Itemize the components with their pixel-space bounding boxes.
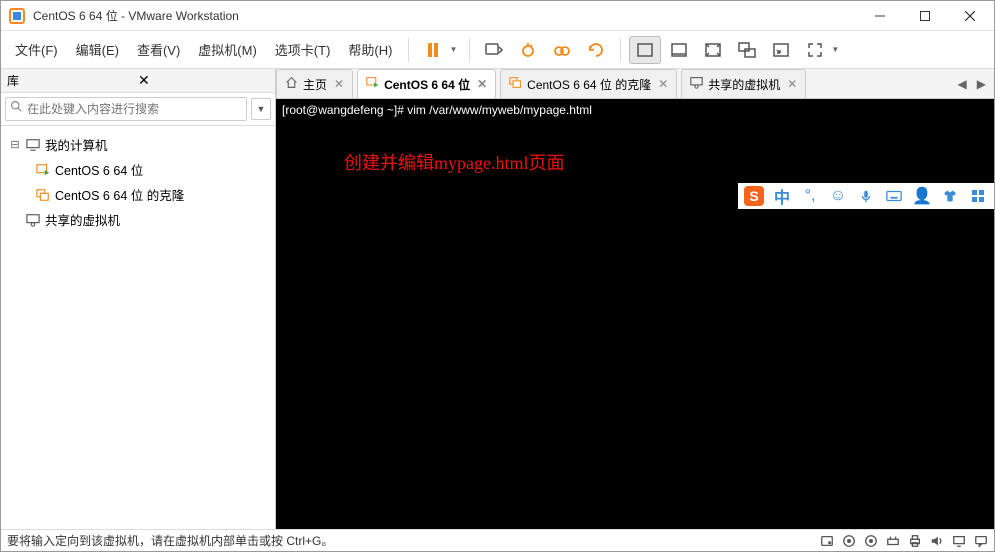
shared-vm-icon bbox=[690, 76, 703, 92]
tree-item-shared[interactable]: 共享的虚拟机 bbox=[5, 207, 271, 232]
status-cdrom2-icon[interactable] bbox=[864, 534, 878, 548]
search-icon bbox=[10, 100, 23, 118]
library-tree: ⊟ 我的计算机 CentOS 6 64 位 CentOS 6 64 位 的克隆 … bbox=[1, 126, 275, 529]
vm-clone-icon bbox=[509, 76, 522, 92]
menu-tabs[interactable]: 选项卡(T) bbox=[267, 36, 339, 63]
menu-view[interactable]: 查看(V) bbox=[129, 36, 188, 63]
revert-button[interactable] bbox=[580, 36, 612, 64]
window-title: CentOS 6 64 位 - VMware Workstation bbox=[33, 7, 857, 24]
main-area: 库 ✕ ▼ ⊟ 我的计算机 CentOS 6 64 位 CentOS 6 64 … bbox=[1, 69, 994, 529]
view-console-button[interactable] bbox=[663, 36, 695, 64]
view-unity-button[interactable] bbox=[731, 36, 763, 64]
titlebar: CentOS 6 64 位 - VMware Workstation bbox=[1, 1, 994, 31]
status-icons bbox=[820, 534, 988, 548]
shared-vm-icon bbox=[25, 212, 41, 228]
vm-clone-icon bbox=[35, 187, 51, 203]
ime-skin-button[interactable] bbox=[940, 186, 960, 206]
menu-help[interactable]: 帮助(H) bbox=[340, 36, 400, 63]
sidebar: 库 ✕ ▼ ⊟ 我的计算机 CentOS 6 64 位 CentOS 6 64 … bbox=[1, 69, 276, 529]
tab-home[interactable]: 主页 ✕ bbox=[276, 69, 353, 98]
close-button[interactable] bbox=[947, 1, 992, 31]
status-sound-icon[interactable] bbox=[930, 534, 944, 548]
tab-scroll-left[interactable]: ◀ bbox=[954, 77, 971, 91]
tree-item-my-computer[interactable]: ⊟ 我的计算机 bbox=[5, 132, 271, 157]
ime-toolbar[interactable]: S 中 °, ☺ 👤 bbox=[738, 183, 994, 209]
tree-label: CentOS 6 64 位 bbox=[55, 160, 143, 179]
tab-label: 共享的虚拟机 bbox=[708, 76, 780, 93]
status-message: 要将输入定向到该虚拟机，请在虚拟机内部单击或按 Ctrl+G。 bbox=[7, 532, 333, 549]
ime-lang-button[interactable]: 中 bbox=[772, 186, 792, 206]
status-printer-icon[interactable] bbox=[908, 534, 922, 548]
window-controls bbox=[857, 1, 992, 31]
tree-label: 共享的虚拟机 bbox=[45, 210, 120, 229]
fullscreen-dropdown[interactable]: ▼ bbox=[831, 45, 843, 54]
tab-centos[interactable]: CentOS 6 64 位 ✕ bbox=[357, 69, 496, 98]
terminal[interactable]: [root@wangdefeng ~]# vim /var/www/myweb/… bbox=[276, 99, 994, 529]
sidebar-search-row: ▼ bbox=[1, 93, 275, 126]
status-message-icon[interactable] bbox=[974, 534, 988, 548]
view-single-button[interactable] bbox=[629, 36, 661, 64]
ime-keyboard-button[interactable] bbox=[884, 186, 904, 206]
status-cdrom-icon[interactable] bbox=[842, 534, 856, 548]
fullscreen-button[interactable] bbox=[799, 36, 831, 64]
sidebar-close-button[interactable]: ✕ bbox=[134, 72, 269, 89]
tab-label: CentOS 6 64 位 的克隆 bbox=[527, 76, 651, 93]
ime-voice-button[interactable] bbox=[856, 186, 876, 206]
sogou-icon[interactable]: S bbox=[744, 186, 764, 206]
annotation-text: 创建并编辑mypage.html页面 bbox=[344, 149, 564, 175]
computer-icon bbox=[25, 137, 41, 153]
tree-toggle[interactable]: ⊟ bbox=[9, 138, 21, 151]
tree-item-centos[interactable]: CentOS 6 64 位 bbox=[5, 157, 271, 182]
view-stretch-button[interactable] bbox=[697, 36, 729, 64]
tree-label: CentOS 6 64 位 的克隆 bbox=[55, 185, 184, 204]
app-icon bbox=[9, 8, 25, 24]
tabs-row: 主页 ✕ CentOS 6 64 位 ✕ CentOS 6 64 位 的克隆 ✕… bbox=[276, 69, 994, 99]
menu-edit[interactable]: 编辑(E) bbox=[68, 36, 127, 63]
content-area: 主页 ✕ CentOS 6 64 位 ✕ CentOS 6 64 位 的克隆 ✕… bbox=[276, 69, 994, 529]
status-display-icon[interactable] bbox=[952, 534, 966, 548]
snapshot-manage-button[interactable] bbox=[546, 36, 578, 64]
vm-running-icon bbox=[366, 76, 379, 92]
ime-emoji-button[interactable]: ☺ bbox=[828, 186, 848, 206]
menu-file[interactable]: 文件(F) bbox=[7, 36, 66, 63]
status-disk-icon[interactable] bbox=[820, 534, 834, 548]
pause-button[interactable] bbox=[417, 36, 449, 64]
tab-label: CentOS 6 64 位 bbox=[384, 76, 470, 93]
status-network-icon[interactable] bbox=[886, 534, 900, 548]
sidebar-title: 库 bbox=[7, 72, 134, 89]
statusbar: 要将输入定向到该虚拟机，请在虚拟机内部单击或按 Ctrl+G。 bbox=[1, 529, 994, 551]
search-dropdown[interactable]: ▼ bbox=[251, 98, 271, 120]
view-fullscreen-console-button[interactable] bbox=[765, 36, 797, 64]
search-input[interactable] bbox=[27, 102, 242, 116]
separator bbox=[408, 38, 409, 62]
tab-scroll-right[interactable]: ▶ bbox=[973, 77, 990, 91]
sidebar-header: 库 ✕ bbox=[1, 69, 275, 93]
tab-close-button[interactable]: ✕ bbox=[658, 77, 668, 91]
terminal-line: [root@wangdefeng ~]# vim /var/www/myweb/… bbox=[282, 103, 988, 117]
search-input-wrap[interactable] bbox=[5, 97, 247, 121]
vm-running-icon bbox=[35, 162, 51, 178]
minimize-button[interactable] bbox=[857, 1, 902, 31]
maximize-button[interactable] bbox=[902, 1, 947, 31]
tab-centos-clone[interactable]: CentOS 6 64 位 的克隆 ✕ bbox=[500, 69, 677, 98]
menubar: 文件(F) 编辑(E) 查看(V) 虚拟机(M) 选项卡(T) 帮助(H) ▼ … bbox=[1, 31, 994, 69]
separator bbox=[620, 38, 621, 62]
tree-label: 我的计算机 bbox=[45, 135, 108, 154]
tab-close-button[interactable]: ✕ bbox=[787, 77, 797, 91]
tree-item-centos-clone[interactable]: CentOS 6 64 位 的克隆 bbox=[5, 182, 271, 207]
menu-vm[interactable]: 虚拟机(M) bbox=[190, 36, 265, 63]
home-icon bbox=[285, 76, 298, 92]
separator bbox=[469, 38, 470, 62]
tab-shared[interactable]: 共享的虚拟机 ✕ bbox=[681, 69, 806, 98]
tab-close-button[interactable]: ✕ bbox=[477, 77, 487, 91]
ime-punct-button[interactable]: °, bbox=[800, 186, 820, 206]
tab-close-button[interactable]: ✕ bbox=[334, 77, 344, 91]
ime-person-button[interactable]: 👤 bbox=[912, 186, 932, 206]
power-dropdown[interactable]: ▼ bbox=[449, 45, 461, 54]
send-ctrl-alt-del-button[interactable] bbox=[478, 36, 510, 64]
tab-label: 主页 bbox=[303, 76, 327, 93]
ime-tools-button[interactable] bbox=[968, 186, 988, 206]
snapshot-button[interactable] bbox=[512, 36, 544, 64]
